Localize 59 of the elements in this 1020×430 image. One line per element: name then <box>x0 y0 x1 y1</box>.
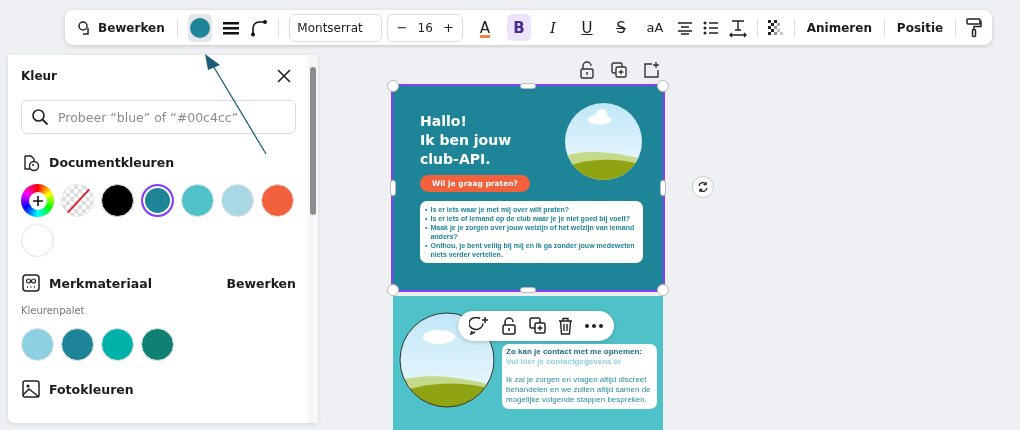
comment-add-icon[interactable] <box>469 316 489 335</box>
scrollbar[interactable] <box>308 55 318 423</box>
section-title: Documentkleuren <box>49 154 175 170</box>
contact-placeholder-text: Vul hier je contactgegevens in <box>506 356 622 367</box>
rotate-handle[interactable] <box>692 175 714 198</box>
fill-color-button[interactable] <box>187 13 213 42</box>
animate-button[interactable]: Animeren <box>804 14 874 41</box>
position-button[interactable]: Positie <box>894 14 946 41</box>
transparency-icon[interactable] <box>767 19 784 36</box>
decrease-size-button[interactable]: − <box>396 20 408 35</box>
color-swatch[interactable] <box>141 184 174 217</box>
italic-button[interactable]: I <box>541 14 565 41</box>
resize-handle[interactable] <box>520 286 536 293</box>
lock-icon[interactable] <box>501 316 517 335</box>
resize-handle[interactable] <box>660 179 666 196</box>
section-title: Fotokleuren <box>49 381 134 397</box>
add-color-button[interactable] <box>21 184 54 217</box>
more-icon[interactable] <box>585 323 603 328</box>
edit-button[interactable]: Bewerken <box>75 14 167 41</box>
duplicate-icon[interactable] <box>611 62 627 79</box>
page-heading: Hallo! Ik ben jouw club-API. <box>420 111 513 169</box>
contact-body-text: Ik zal je zorgen en vragen altijd discreet behandelen en we zullen altijd samen de mogelijke volgende stappen bespreken. <box>506 374 652 405</box>
text-spacing-icon[interactable] <box>729 17 747 38</box>
bullet-list-icon[interactable] <box>703 20 719 35</box>
duplicate-icon[interactable] <box>529 317 546 335</box>
edit-brand-button[interactable]: Bewerken <box>226 275 296 291</box>
design-page[interactable] <box>393 85 663 290</box>
palette-document-icon <box>21 152 41 172</box>
underline-button[interactable]: U <box>575 14 599 41</box>
image-icon <box>21 379 41 399</box>
design-page[interactable]: Zo kan je contact met me opnemen: Vul hier je contactgegevens in Ik zal je zorgen en vragen altijd discreet behandelen en we zullen altijd samen de mogelijke volgende stappen bespreken. <box>393 295 663 430</box>
border-style-icon[interactable] <box>222 19 241 36</box>
bold-button[interactable]: B <box>507 14 531 41</box>
align-center-icon[interactable] <box>677 20 693 35</box>
resize-handle[interactable] <box>387 79 399 92</box>
transparent-swatch[interactable] <box>61 184 94 217</box>
strikethrough-button[interactable]: S <box>609 14 633 41</box>
trash-icon[interactable] <box>558 316 573 335</box>
resize-handle[interactable] <box>520 82 536 89</box>
color-search-field[interactable]: Probeer “blue” of “#00c4cc” <box>21 100 296 134</box>
panel-title: Kleur <box>21 69 57 83</box>
lock-icon[interactable] <box>579 61 595 80</box>
resize-handle[interactable] <box>390 179 396 196</box>
contact-title: Zo kan je contact met me opnemen: <box>506 346 644 357</box>
paint-roller-icon[interactable] <box>966 17 983 38</box>
plus-icon <box>28 191 47 210</box>
search-icon <box>31 108 49 126</box>
corner-rounding-icon[interactable] <box>250 18 269 37</box>
add-page-icon[interactable] <box>643 62 659 79</box>
case-button[interactable]: aA <box>643 14 667 41</box>
font-size-value[interactable]: 16 <box>417 20 433 35</box>
increase-size-button[interactable]: + <box>443 20 454 35</box>
text-color-button[interactable]: A <box>473 14 497 41</box>
brand-kit-icon <box>21 273 41 293</box>
close-icon[interactable] <box>277 69 291 83</box>
section-title: Merkmateriaal <box>49 275 152 291</box>
font-dropdown[interactable]: Montserrat <box>289 13 383 42</box>
resize-handle[interactable] <box>657 79 669 92</box>
palette-label: Kleurenpalet <box>21 305 86 316</box>
